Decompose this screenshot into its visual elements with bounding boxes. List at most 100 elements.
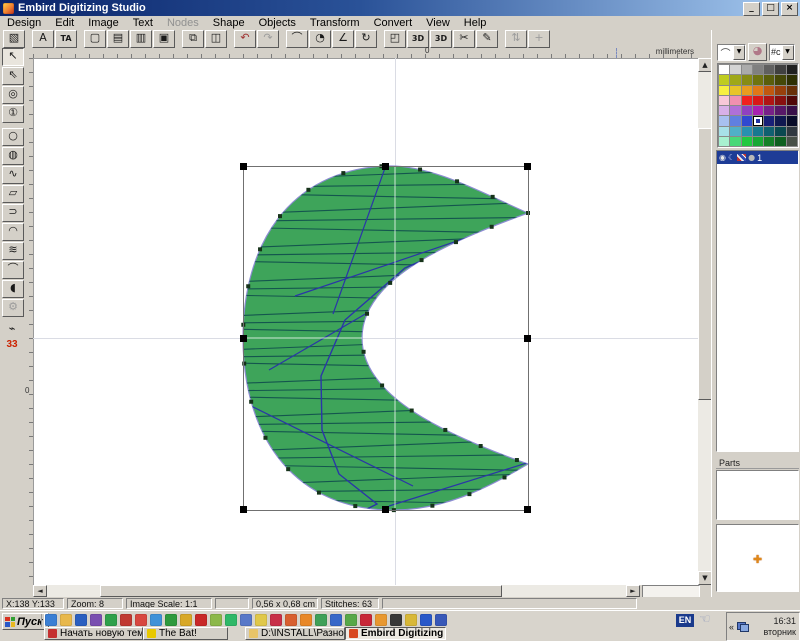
stitch-edit-button[interactable]: ✂ [453, 30, 475, 48]
angle-tool-button[interactable]: ∠ [332, 30, 354, 48]
color-swatch[interactable] [753, 106, 763, 115]
menu-convert[interactable]: Convert [367, 17, 420, 29]
color-swatch[interactable] [753, 137, 763, 146]
quick-launch-icon[interactable] [390, 614, 402, 626]
color-swatch[interactable] [719, 106, 729, 115]
color-swatch[interactable] [775, 127, 785, 136]
color-swatch[interactable] [753, 75, 763, 84]
selection-handle[interactable] [240, 506, 247, 513]
color-swatch[interactable] [787, 116, 797, 125]
visibility-eye-icon[interactable]: ◉ [719, 153, 726, 162]
menu-design[interactable]: Design [0, 17, 48, 29]
scroll-left-button[interactable]: ◄ [33, 585, 47, 597]
quick-launch-icon[interactable] [90, 614, 102, 626]
copy-button[interactable]: ⧉ [182, 30, 204, 48]
node-edit-tool[interactable]: ⇖ [2, 67, 24, 85]
quick-launch-icon[interactable] [225, 614, 237, 626]
quick-launch-icon[interactable] [315, 614, 327, 626]
quick-launch-icon[interactable] [270, 614, 282, 626]
color-swatch[interactable] [775, 65, 785, 74]
manual-stitch-tool[interactable]: ◖ [2, 280, 24, 298]
selection-handle[interactable] [524, 335, 531, 342]
color-swatch[interactable] [764, 127, 774, 136]
color-swatch[interactable] [719, 75, 729, 84]
quick-launch-icon[interactable] [345, 614, 357, 626]
close-button[interactable]: × [781, 2, 798, 16]
selection-handle[interactable] [524, 163, 531, 170]
color-swatch[interactable] [775, 75, 785, 84]
color-swatch[interactable] [787, 106, 797, 115]
import-design-button[interactable]: ▥ [130, 30, 152, 48]
color-swatch[interactable] [719, 127, 729, 136]
quick-launch-icon[interactable] [375, 614, 387, 626]
system-tray[interactable]: « 16:31 вторник [726, 612, 800, 641]
color-swatch[interactable] [730, 65, 740, 74]
quick-launch-icon[interactable] [135, 614, 147, 626]
color-swatch[interactable] [753, 127, 763, 136]
scroll-up-button[interactable]: ▲ [698, 58, 712, 72]
quick-launch-icon[interactable] [405, 614, 417, 626]
quick-launch-icon[interactable] [420, 614, 432, 626]
color-swatch[interactable] [753, 65, 763, 74]
restore-button[interactable]: □ [762, 2, 779, 16]
text-tool-button[interactable]: A [32, 30, 54, 48]
quick-launch-icon[interactable] [75, 614, 87, 626]
network-tray-icon[interactable] [737, 622, 748, 631]
color-swatch[interactable] [742, 127, 752, 136]
vertical-scrollbar[interactable]: ▲ ▼ [698, 58, 712, 585]
quick-launch-icon[interactable] [285, 614, 297, 626]
color-swatch[interactable] [787, 75, 797, 84]
taskbar-window-button[interactable]: Начать новую тему :: B... [44, 627, 143, 640]
color-swatch[interactable] [730, 86, 740, 95]
scroll-down-button[interactable]: ▼ [698, 571, 712, 585]
image-edit-button[interactable]: ✎ [476, 30, 498, 48]
quick-launch-icon[interactable] [300, 614, 312, 626]
selection-box[interactable] [243, 166, 529, 511]
color-swatch[interactable] [730, 137, 740, 146]
outline-tool[interactable]: ◠ [2, 223, 24, 241]
language-indicator[interactable]: EN [676, 614, 694, 627]
color-swatch[interactable] [719, 65, 729, 74]
knot-button[interactable]: ◕ [748, 43, 767, 61]
design-canvas[interactable] [33, 58, 698, 585]
color-swatch[interactable] [787, 65, 797, 74]
selection-handle[interactable] [382, 506, 389, 513]
quick-launch-icon[interactable] [105, 614, 117, 626]
color-swatch[interactable] [730, 116, 740, 125]
color-swatch[interactable] [742, 96, 752, 105]
color-swatch[interactable] [787, 137, 797, 146]
image-mode-button[interactable]: ▧ [3, 30, 25, 48]
text-transform-button[interactable]: TA [55, 30, 77, 48]
column-tool[interactable]: ▱ [2, 185, 24, 203]
parts-list[interactable] [716, 470, 799, 520]
menu-view[interactable]: View [419, 17, 457, 29]
color-swatch[interactable] [742, 116, 752, 125]
color-swatch[interactable] [742, 106, 752, 115]
horizontal-scroll-thumb[interactable] [100, 585, 502, 597]
speed-gauge-button[interactable]: ◔ [309, 30, 331, 48]
color-swatch[interactable] [730, 106, 740, 115]
color-swatch[interactable] [764, 86, 774, 95]
design-preview[interactable]: ✚ [716, 524, 799, 592]
quick-launch-icon[interactable] [165, 614, 177, 626]
color-swatch[interactable] [764, 96, 774, 105]
menu-help[interactable]: Help [457, 17, 494, 29]
color-swatch[interactable] [764, 116, 774, 125]
title-bar[interactable]: Embird Digitizing Studio _□× [0, 0, 800, 16]
color-swatch[interactable] [775, 106, 785, 115]
color-swatch[interactable] [787, 86, 797, 95]
color-swatch[interactable] [742, 65, 752, 74]
color-swatch[interactable] [775, 137, 785, 146]
quick-launch-icon[interactable] [180, 614, 192, 626]
menu-edit[interactable]: Edit [48, 17, 81, 29]
quick-launch-icon[interactable] [360, 614, 372, 626]
color-swatch[interactable] [730, 75, 740, 84]
outline-style-combo[interactable]: ⌒ ▼ [717, 44, 746, 61]
color-swatch[interactable] [730, 96, 740, 105]
quick-launch-icon[interactable] [45, 614, 57, 626]
quick-launch-icon[interactable] [60, 614, 72, 626]
menu-image[interactable]: Image [81, 17, 126, 29]
color-swatch[interactable] [775, 96, 785, 105]
zigzag-tool[interactable]: ≋ [2, 242, 24, 260]
fill-hole-tool[interactable]: ◍ [2, 147, 24, 165]
